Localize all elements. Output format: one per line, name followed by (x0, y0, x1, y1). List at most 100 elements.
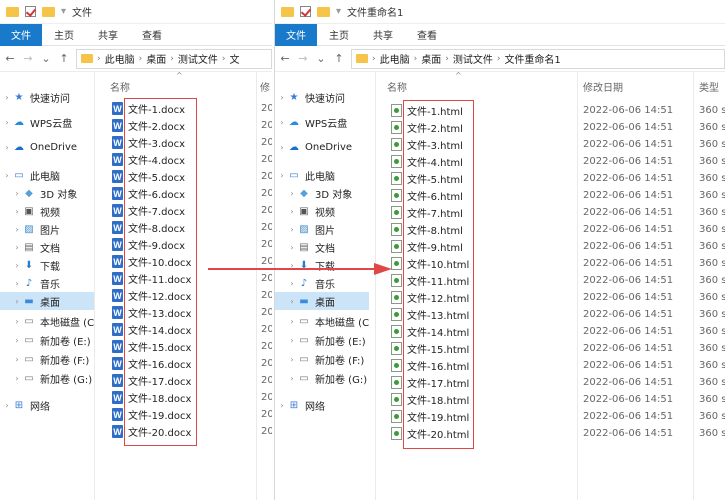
tab-home[interactable]: 主页 (42, 24, 86, 46)
nav-item[interactable]: › ◆ 3D 对象 (0, 184, 94, 202)
nav-item[interactable]: › ▣ 视频 (0, 202, 94, 220)
expand-chevron-icon[interactable]: › (2, 93, 12, 102)
properties-icon[interactable] (25, 6, 36, 17)
forward-arrow-icon[interactable]: → (297, 52, 309, 65)
expand-chevron-icon[interactable]: › (12, 374, 22, 383)
expand-chevron-icon[interactable]: › (277, 143, 287, 152)
recent-chevron-icon[interactable]: ⌄ (40, 52, 52, 65)
column-divider[interactable] (577, 72, 578, 500)
recent-chevron-icon[interactable]: ⌄ (315, 52, 327, 65)
nav-item[interactable]: › ⊞ 网络 (0, 396, 94, 414)
tab-file[interactable]: 文件 (275, 23, 317, 46)
nav-item[interactable]: › ♪ 音乐 (0, 274, 94, 292)
nav-item[interactable]: › ▭ 此电脑 (275, 166, 369, 184)
chevron-down-icon[interactable]: ▾ (336, 6, 341, 17)
breadcrumb-item[interactable]: 桌面 (421, 51, 441, 66)
up-arrow-icon[interactable]: ↑ (58, 52, 70, 65)
nav-item[interactable]: › ⊞ 网络 (275, 396, 369, 414)
expand-chevron-icon[interactable]: › (287, 297, 297, 306)
nav-item[interactable]: › ▭ 此电脑 (0, 166, 94, 184)
nav-item[interactable]: › ▭ 本地磁盘 (C: (275, 312, 369, 330)
expand-chevron-icon[interactable]: › (12, 225, 22, 234)
expand-chevron-icon[interactable]: › (2, 118, 12, 127)
expand-chevron-icon[interactable]: › (2, 401, 12, 410)
nav-item[interactable]: › ▭ 新加卷 (F:) (0, 350, 94, 368)
breadcrumb-item[interactable]: 此电脑 (380, 51, 410, 66)
tab-file[interactable]: 文件 (0, 23, 42, 46)
nav-item[interactable]: › ▨ 图片 (0, 220, 94, 238)
nav-item[interactable]: › ★ 快速访问 (0, 88, 94, 106)
nav-item[interactable]: › ▭ 新加卷 (G:) (275, 369, 369, 387)
expand-chevron-icon[interactable]: › (2, 143, 12, 152)
expand-chevron-icon[interactable]: › (277, 171, 287, 180)
tab-view[interactable]: 查看 (130, 24, 174, 46)
new-folder-icon[interactable] (42, 6, 55, 17)
nav-item[interactable]: › ☁ OneDrive (275, 138, 369, 156)
expand-chevron-icon[interactable]: › (287, 317, 297, 326)
nav-item[interactable]: › ▤ 文档 (275, 238, 369, 256)
expand-chevron-icon[interactable]: › (287, 279, 297, 288)
nav-item[interactable]: › ☁ WPS云盘 (0, 113, 94, 131)
breadcrumb[interactable]: › 此电脑 › 桌面 › 测试文件 › 文件重命名1 (351, 48, 725, 69)
nav-item[interactable]: › ▭ 本地磁盘 (C: (0, 312, 94, 330)
nav-item[interactable]: › ⬇ 下载 (0, 256, 94, 274)
expand-chevron-icon[interactable]: › (287, 355, 297, 364)
column-header-date[interactable]: 修 (260, 72, 272, 100)
nav-item[interactable]: › ♪ 音乐 (275, 274, 369, 292)
nav-item[interactable]: › ▭ 新加卷 (G:) (0, 369, 94, 387)
nav-item[interactable]: › ☁ WPS云盘 (275, 113, 369, 131)
expand-chevron-icon[interactable]: › (12, 207, 22, 216)
nav-item[interactable]: › ☁ OneDrive (0, 138, 94, 156)
expand-chevron-icon[interactable]: › (12, 336, 22, 345)
up-arrow-icon[interactable]: ↑ (333, 52, 345, 65)
expand-chevron-icon[interactable]: › (287, 243, 297, 252)
expand-chevron-icon[interactable]: › (287, 374, 297, 383)
expand-chevron-icon[interactable]: › (12, 243, 22, 252)
column-divider[interactable] (256, 72, 257, 500)
breadcrumb[interactable]: › 此电脑 › 桌面 › 测试文件 › 文 (76, 48, 272, 69)
breadcrumb-item[interactable]: 测试文件 (453, 51, 493, 66)
expand-chevron-icon[interactable]: › (287, 207, 297, 216)
tab-home[interactable]: 主页 (317, 24, 361, 46)
back-arrow-icon[interactable]: ← (4, 52, 16, 65)
column-header-name[interactable]: 名称 (387, 72, 407, 100)
expand-chevron-icon[interactable]: › (287, 225, 297, 234)
back-arrow-icon[interactable]: ← (279, 52, 291, 65)
breadcrumb-item[interactable]: 文件重命名1 (504, 51, 560, 66)
forward-arrow-icon[interactable]: → (22, 52, 34, 65)
nav-item[interactable]: › ▨ 图片 (275, 220, 369, 238)
breadcrumb-item[interactable]: 测试文件 (178, 51, 218, 66)
nav-item[interactable]: › ▭ 新加卷 (F:) (275, 350, 369, 368)
new-folder-icon[interactable] (317, 6, 330, 17)
expand-chevron-icon[interactable]: › (277, 93, 287, 102)
nav-item[interactable]: › ▭ 新加卷 (E:) (0, 331, 94, 349)
properties-icon[interactable] (300, 6, 311, 17)
pane-divider[interactable] (94, 72, 95, 500)
column-header-type[interactable]: 类型 (699, 72, 719, 100)
tab-share[interactable]: 共享 (86, 24, 130, 46)
nav-item[interactable]: › ★ 快速访问 (275, 88, 369, 106)
column-header-name[interactable]: 名称 (110, 72, 130, 100)
expand-chevron-icon[interactable]: › (12, 355, 22, 364)
tab-view[interactable]: 查看 (405, 24, 449, 46)
expand-chevron-icon[interactable]: › (12, 279, 22, 288)
column-header-date[interactable]: 修改日期 (583, 72, 623, 100)
expand-chevron-icon[interactable]: › (12, 189, 22, 198)
nav-item[interactable]: › ▬ 桌面 (275, 292, 369, 310)
nav-item[interactable]: › ▣ 视频 (275, 202, 369, 220)
expand-chevron-icon[interactable]: › (12, 261, 22, 270)
expand-chevron-icon[interactable]: › (12, 297, 22, 306)
nav-item[interactable]: › ▭ 新加卷 (E:) (275, 331, 369, 349)
expand-chevron-icon[interactable]: › (287, 189, 297, 198)
breadcrumb-item[interactable]: 桌面 (146, 51, 166, 66)
expand-chevron-icon[interactable]: › (277, 118, 287, 127)
nav-item[interactable]: › ◆ 3D 对象 (275, 184, 369, 202)
expand-chevron-icon[interactable]: › (287, 336, 297, 345)
chevron-down-icon[interactable]: ▾ (61, 6, 66, 17)
nav-item[interactable]: › ▬ 桌面 (0, 292, 94, 310)
breadcrumb-item[interactable]: 此电脑 (105, 51, 135, 66)
column-divider[interactable] (693, 72, 694, 500)
tab-share[interactable]: 共享 (361, 24, 405, 46)
pane-divider[interactable] (375, 72, 376, 500)
nav-item[interactable]: › ▤ 文档 (0, 238, 94, 256)
